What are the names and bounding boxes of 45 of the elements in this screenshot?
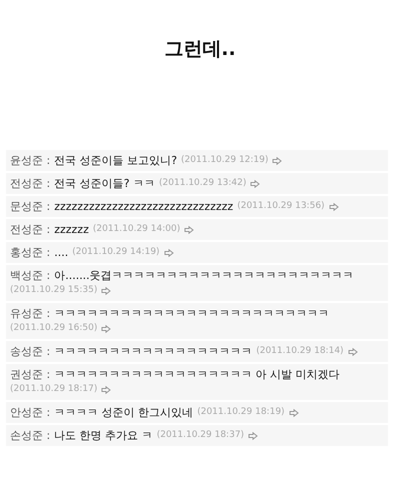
reply-icon[interactable] <box>164 248 174 256</box>
timestamp: (2011.10.29 13:56) <box>237 200 325 213</box>
comment-text: 전국 성준이들? ㅋㅋ <box>54 176 156 191</box>
timestamp: (2011.10.29 18:19) <box>197 406 285 419</box>
reply-icon[interactable] <box>272 156 282 164</box>
timestamp: (2011.10.29 14:19) <box>72 246 160 259</box>
author-name: 안성준 : <box>10 405 50 420</box>
timestamp: (2011.10.29 12:19) <box>181 154 268 167</box>
author-name: 백성준 : <box>10 268 50 283</box>
reply-icon[interactable] <box>101 386 112 394</box>
author-name: 송성준 : <box>10 344 50 359</box>
comment-text: 나도 한명 추가요 ㅋ <box>54 428 153 443</box>
author-name: 손성준 : <box>10 428 50 443</box>
reply-icon[interactable] <box>348 348 358 356</box>
reply-icon[interactable] <box>248 432 258 440</box>
comment-text: ㅋㅋㅋㅋ 성준이 한그시있네 <box>54 405 194 420</box>
comment-text: 전국 성준이들 보고있니? <box>54 153 178 168</box>
comment-text: 아.......웃겹ㅋㅋㅋㅋㅋㅋㅋㅋㅋㅋㅋㅋㅋㅋㅋㅋㅋㅋㅋㅋㅋㅋ <box>54 268 354 283</box>
comment-text: ㅋㅋㅋㅋㅋㅋㅋㅋㅋㅋㅋㅋㅋㅋㅋㅋㅋㅋ 아 시발 미치겠다 <box>54 367 340 382</box>
timestamp: (2011.10.29 13:42) <box>159 177 246 190</box>
reply-icon[interactable] <box>328 202 339 210</box>
reply-icon[interactable] <box>184 226 194 234</box>
author-name: 홍성준 : <box>10 245 50 260</box>
timestamp: (2011.10.29 18:14) <box>256 345 344 358</box>
timestamp: (2011.10.29 14:00) <box>92 223 180 236</box>
post-heading: 그런데.. <box>163 37 237 62</box>
comment-text: .... <box>54 245 68 260</box>
author-name: 전성준 : <box>10 222 50 237</box>
author-name: 전성준 : <box>10 176 50 191</box>
author-name: 문성준 : <box>10 199 50 214</box>
timestamp: (2011.10.29 18:17) <box>10 383 98 396</box>
timestamp: (2011.10.29 18:37) <box>156 429 244 442</box>
comment-text: zzzzzz <box>54 222 89 237</box>
reply-icon[interactable] <box>250 180 260 188</box>
author-name: 윤성준 : <box>10 153 50 168</box>
timestamp: (2011.10.29 16:50) <box>10 322 98 335</box>
reply-icon[interactable] <box>288 408 299 416</box>
author-name: 유성준 : <box>10 306 50 321</box>
author-name: 권성준 : <box>10 367 50 382</box>
reply-icon[interactable] <box>101 286 112 294</box>
reply-icon[interactable] <box>101 324 112 332</box>
comment-text: ㅋㅋㅋㅋㅋㅋㅋㅋㅋㅋㅋㅋㅋㅋㅋㅋㅋㅋ <box>54 344 252 359</box>
comment-text: zzzzzzzzzzzzzzzzzzzzzzzzzzzzzzz <box>54 199 234 214</box>
timestamp: (2011.10.29 15:35) <box>10 284 98 297</box>
comment-text: ㅋㅋㅋㅋㅋㅋㅋㅋㅋㅋㅋㅋㅋㅋㅋㅋㅋㅋㅋㅋㅋㅋㅋㅋㅋ <box>54 306 330 321</box>
